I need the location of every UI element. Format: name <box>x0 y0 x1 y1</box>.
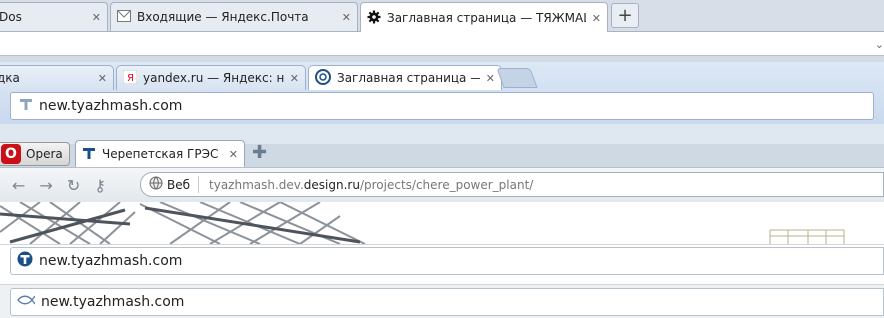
close-tab-icon[interactable]: ✕ <box>592 13 601 24</box>
key-icon[interactable]: ⚷ <box>94 176 106 195</box>
opera-address-bar[interactable]: Веб tyazhmash.dev.design.ru/projects/che… <box>140 172 884 197</box>
close-tab-icon[interactable]: ✕ <box>342 12 351 23</box>
tyazhmash-circle-icon <box>315 68 331 88</box>
firefox-tab-dos[interactable]: Dos ✕ <box>0 2 108 31</box>
page-content-preview <box>0 202 884 244</box>
close-tab-icon[interactable]: ✕ <box>486 73 495 84</box>
browser-url-row-5: new.tyazhmash.com <box>0 244 884 284</box>
url-path: /projects/chere_power_plant/ <box>359 177 534 192</box>
new-tab-button[interactable]: + <box>611 3 639 28</box>
tab-label: Заглавная страница — Т <box>337 71 480 85</box>
tyazhmash-round-icon <box>17 251 33 271</box>
back-arrow-icon[interactable]: ← <box>12 176 25 195</box>
tab-label: yandex.ru — Яндекс: наш <box>143 71 284 85</box>
power-plant-truss-image <box>0 202 380 244</box>
fish-site-icon <box>17 293 36 311</box>
svg-text:Я: Я <box>127 73 134 84</box>
new-tab-button[interactable] <box>496 68 538 88</box>
chrome-tab-1[interactable]: дка ✕ <box>0 65 114 90</box>
url-host-domain: design.ru <box>303 177 360 192</box>
firefox-url-bar[interactable]: ⌄ <box>0 32 884 56</box>
web-label: Веб <box>167 177 191 192</box>
web-badge[interactable]: Веб <box>149 176 200 193</box>
tab-label: Dos <box>0 10 22 24</box>
forward-arrow-icon[interactable]: → <box>39 176 52 195</box>
tyazhmash-t-icon <box>19 97 33 115</box>
chrome-tab-tyazhmash[interactable]: Заглавная страница — Т ✕ <box>308 65 502 90</box>
chrome-omnibox[interactable]: new.tyazhmash.com <box>10 92 874 120</box>
gear-icon <box>367 10 381 27</box>
firefox-tab-yandex-mail[interactable]: Входящие — Яндекс.Почта ✕ <box>110 2 358 31</box>
url-field[interactable]: new.tyazhmash.com <box>10 247 884 275</box>
url-host-prefix: tyazhmash.dev. <box>209 177 304 192</box>
chrome-window: дка ✕ Я yandex.ru — Яндекс: наш ✕ Заглав… <box>0 62 884 124</box>
opera-menu-button[interactable]: O Opera <box>0 142 70 166</box>
opera-window: O Opera Черепетская ГРЭС — ... ✕ ✚ ← → ↻… <box>0 124 884 202</box>
tab-label: Заглавная страница — ТЯЖМАШ <box>387 11 586 25</box>
opera-logo-icon: O <box>1 144 21 164</box>
url-text: new.tyazhmash.com <box>41 294 185 310</box>
plus-icon: + <box>617 5 633 26</box>
new-tab-plus-icon[interactable]: ✚ <box>252 142 267 163</box>
mail-icon <box>117 9 131 25</box>
close-tab-icon[interactable]: ✕ <box>229 149 238 160</box>
browser-url-row-6: new.tyazhmash.com <box>0 284 884 318</box>
globe-icon <box>149 176 163 193</box>
chrome-tab-yandex[interactable]: Я yandex.ru — Яндекс: наш ✕ <box>116 65 306 90</box>
url-text: new.tyazhmash.com <box>39 253 183 269</box>
railing-graphic <box>769 229 845 244</box>
firefox-tab-strip: Dos ✕ Входящие — Яндекс.Почта ✕ Заглавна… <box>0 0 884 33</box>
tab-label: Черепетская ГРЭС — ... <box>102 147 223 161</box>
url-field[interactable]: new.tyazhmash.com <box>10 288 884 316</box>
opera-tab-cherepet[interactable]: Черепетская ГРЭС — ... ✕ <box>75 140 245 167</box>
close-tab-icon[interactable]: ✕ <box>290 73 299 84</box>
reload-icon[interactable]: ↻ <box>67 176 80 195</box>
yandex-icon: Я <box>122 69 138 87</box>
tab-label: Входящие — Яндекс.Почта <box>137 10 309 24</box>
url-text: new.tyazhmash.com <box>39 98 183 114</box>
close-tab-icon[interactable]: ✕ <box>92 12 101 23</box>
tyazhmash-t-icon <box>82 146 96 163</box>
close-tab-icon[interactable]: ✕ <box>98 73 107 84</box>
firefox-window: Dos ✕ Входящие — Яндекс.Почта ✕ Заглавна… <box>0 0 884 62</box>
url-text: tyazhmash.dev.design.ru/projects/chere_p… <box>209 178 533 192</box>
tab-label: дка <box>0 71 20 85</box>
firefox-tab-tyazhmash[interactable]: Заглавная страница — ТЯЖМАШ ✕ <box>360 2 608 33</box>
dropdown-arrow-icon[interactable]: ⌄ <box>875 38 884 51</box>
opera-menu-label: Opera <box>26 147 63 161</box>
